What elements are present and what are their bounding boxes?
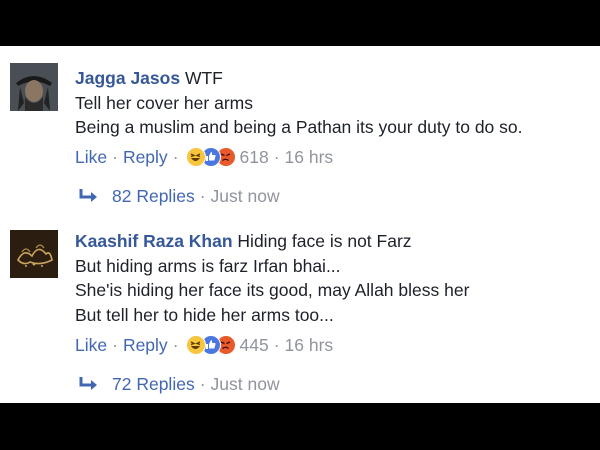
separator-dot: · — [273, 147, 280, 167]
separator-dot: · — [172, 335, 179, 355]
comment-text: But hiding arms is farz Irfan bhai... — [75, 255, 341, 276]
view-replies-link[interactable]: 72 Replies — [112, 374, 195, 394]
comment-text: Tell her cover her arms — [75, 92, 253, 113]
separator-dot: · — [199, 374, 206, 394]
comment-actions: Like · Reply · 618 · 16 hrs — [75, 147, 333, 168]
separator-dot: · — [172, 147, 179, 167]
timestamp[interactable]: 16 hrs — [285, 335, 334, 355]
comment-actions: Like · Reply · 445 · 16 hrs — [75, 335, 333, 356]
avatar[interactable] — [10, 63, 58, 111]
comments-panel: Jagga Jasos WTF Tell her cover her arms … — [0, 46, 600, 403]
comment-text: Being a muslim and being a Pathan its yo… — [75, 117, 523, 137]
separator-dot: · — [112, 335, 118, 355]
reply-arrow-icon — [78, 188, 100, 204]
separator-dot: · — [199, 186, 206, 206]
comment-text: Hiding face is not Farz — [237, 231, 412, 251]
replies-timestamp: Just now — [210, 186, 280, 206]
reply-button[interactable]: Reply — [123, 147, 168, 167]
reactions-summary[interactable] — [185, 147, 236, 167]
like-button[interactable]: Like — [75, 147, 107, 167]
comment-author[interactable]: Jagga Jasos — [75, 68, 180, 88]
replies-timestamp: Just now — [210, 374, 280, 394]
separator-dot: · — [112, 147, 118, 167]
comment-text: But tell her to hide her arms too... — [75, 304, 334, 325]
comment-text: She'is hiding her face its good, may All… — [75, 280, 470, 300]
reply-button[interactable]: Reply — [123, 335, 168, 355]
haha-icon — [185, 335, 206, 355]
reactions-summary[interactable] — [185, 335, 236, 355]
avatar[interactable] — [10, 230, 58, 278]
reaction-count[interactable]: 618 — [240, 147, 269, 167]
like-button[interactable]: Like — [75, 335, 107, 355]
separator-dot: · — [273, 335, 280, 355]
comment-author[interactable]: Kaashif Raza Khan — [75, 231, 233, 251]
replies-row: 72 Replies · Just now — [78, 374, 280, 395]
comment-body: Kaashif Raza Khan Hiding face is not Far… — [75, 229, 469, 327]
view-replies-link[interactable]: 82 Replies — [112, 186, 195, 206]
reaction-count[interactable]: 445 — [240, 335, 269, 355]
timestamp[interactable]: 16 hrs — [285, 147, 334, 167]
reply-arrow-icon — [78, 376, 100, 392]
comment-text: WTF — [184, 68, 223, 88]
comment-body: Jagga Jasos WTF Tell her cover her arms … — [75, 66, 523, 140]
replies-row: 82 Replies · Just now — [78, 186, 280, 207]
haha-icon — [185, 147, 206, 167]
